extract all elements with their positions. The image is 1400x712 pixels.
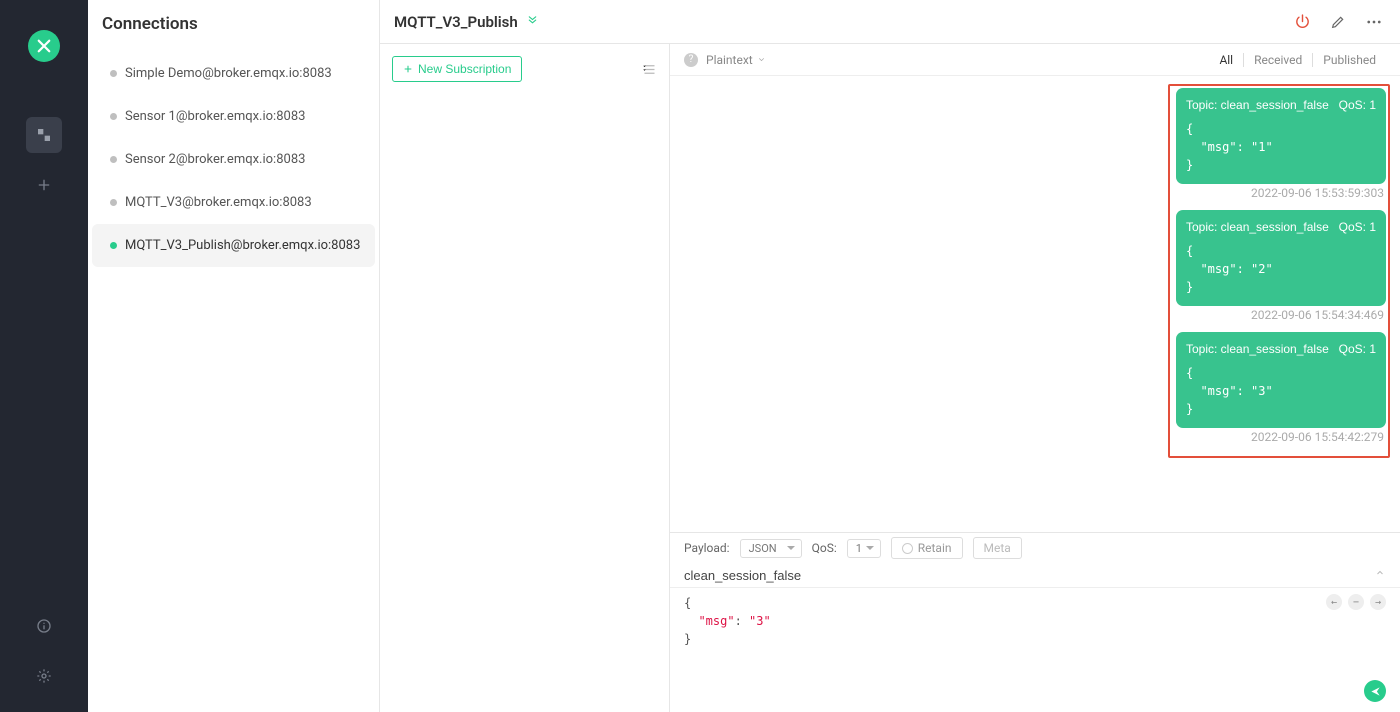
sidebar-title: Connections: [88, 0, 379, 52]
message-card: Topic: clean_session_false QoS: 1 { "msg":…: [1176, 332, 1386, 428]
tab-all[interactable]: All: [1209, 53, 1243, 67]
connection-item[interactable]: MQTT_V3@broker.emqx.io:8083: [92, 181, 375, 224]
qos-select[interactable]: 1: [847, 539, 881, 558]
retain-toggle[interactable]: Retain: [891, 537, 963, 559]
left-navbar: [0, 0, 88, 712]
payload-format-select[interactable]: JSON: [740, 539, 802, 558]
message-card: Topic: clean_session_false QoS: 1 { "msg":…: [1176, 88, 1386, 184]
connection-item[interactable]: Sensor 2@broker.emqx.io:8083: [92, 138, 375, 181]
message-timestamp: 2022-09-06 15:53:59:303: [1251, 186, 1384, 200]
main-panel: MQTT_V3_Publish New Subscription: [380, 0, 1400, 712]
connection-label: Sensor 1@broker.emqx.io:8083: [125, 109, 305, 124]
message-row: Topic: clean_session_false QoS: 1 { "msg":…: [1172, 332, 1386, 450]
nav-settings-icon[interactable]: [26, 658, 62, 694]
subscription-filter-icon[interactable]: [642, 56, 657, 81]
message-topic: Topic: clean_session_false: [1186, 96, 1329, 114]
topbar: MQTT_V3_Publish: [380, 0, 1400, 44]
retain-radio-icon: [902, 543, 913, 554]
disconnect-icon[interactable]: [1290, 10, 1314, 34]
status-dot-icon: [110, 113, 117, 120]
message-filter-tabs: All Received Published: [1209, 53, 1386, 67]
connection-item[interactable]: Sensor 1@broker.emqx.io:8083: [92, 95, 375, 138]
message-timestamp: 2022-09-06 15:54:42:279: [1251, 430, 1384, 444]
new-subscription-button[interactable]: New Subscription: [392, 56, 522, 82]
message-body: { "msg": "3" }: [1186, 364, 1376, 418]
send-button[interactable]: [1364, 680, 1386, 702]
message-qos: QoS: 1: [1339, 96, 1376, 114]
payload-display-select[interactable]: Plaintext: [706, 53, 766, 67]
editor-redo-icon[interactable]: →: [1370, 594, 1386, 610]
meta-button[interactable]: Meta: [973, 537, 1022, 559]
connection-label: MQTT_V3_Publish@broker.emqx.io:8083: [125, 238, 360, 253]
payload-editor[interactable]: { "msg": "3" } ← − →: [670, 587, 1400, 712]
nav-info-icon[interactable]: [26, 608, 62, 644]
edit-icon[interactable]: [1326, 10, 1350, 34]
message-row: Topic: clean_session_false QoS: 1 { "msg":…: [1172, 210, 1386, 328]
payload-label: Payload:: [684, 541, 730, 555]
connection-item[interactable]: MQTT_V3_Publish@broker.emqx.io:8083: [92, 224, 375, 267]
message-body: { "msg": "2" }: [1186, 242, 1376, 296]
message-list: Topic: clean_session_false QoS: 1 { "msg":…: [670, 76, 1400, 532]
published-messages-highlight: Topic: clean_session_false QoS: 1 { "msg":…: [1168, 84, 1390, 458]
app-logo: [28, 30, 60, 62]
help-icon[interactable]: ?: [684, 53, 698, 67]
connection-item[interactable]: Simple Demo@broker.emqx.io:8083: [92, 52, 375, 95]
status-dot-icon: [110, 199, 117, 206]
message-body: { "msg": "1" }: [1186, 120, 1376, 174]
connection-label: Simple Demo@broker.emqx.io:8083: [125, 66, 332, 81]
editor-undo-icon[interactable]: ←: [1326, 594, 1342, 610]
qos-label: QoS:: [812, 541, 837, 555]
expand-chevron-icon[interactable]: [526, 13, 539, 30]
more-icon[interactable]: [1362, 10, 1386, 34]
message-qos: QoS: 1: [1339, 218, 1376, 236]
tab-published[interactable]: Published: [1312, 53, 1386, 67]
editor-minus-icon[interactable]: −: [1348, 594, 1364, 610]
status-dot-icon: [110, 156, 117, 163]
connection-title: MQTT_V3_Publish: [394, 13, 518, 31]
connections-sidebar: Connections Simple Demo@broker.emqx.io:8…: [88, 0, 380, 712]
tab-received[interactable]: Received: [1243, 53, 1312, 67]
nav-add-icon[interactable]: [26, 167, 62, 203]
subscriptions-pane: New Subscription: [380, 44, 670, 712]
message-topic: Topic: clean_session_false: [1186, 340, 1329, 358]
connection-label: MQTT_V3@broker.emqx.io:8083: [125, 195, 312, 210]
message-timestamp: 2022-09-06 15:54:34:469: [1251, 308, 1384, 322]
connection-label: Sensor 2@broker.emqx.io:8083: [125, 152, 305, 167]
status-dot-icon: [110, 70, 117, 77]
message-row: Topic: clean_session_false QoS: 1 { "msg":…: [1172, 88, 1386, 206]
publish-panel: Payload: JSON QoS: 1 Retain Meta: [670, 532, 1400, 712]
message-header: ? Plaintext All Received Published: [670, 44, 1400, 76]
nav-connections-icon[interactable]: [26, 117, 62, 153]
message-qos: QoS: 1: [1339, 340, 1376, 358]
message-topic: Topic: clean_session_false: [1186, 218, 1329, 236]
new-subscription-label: New Subscription: [418, 62, 511, 76]
message-card: Topic: clean_session_false QoS: 1 { "msg":…: [1176, 210, 1386, 306]
expand-editor-icon[interactable]: [1374, 567, 1386, 583]
status-dot-icon: [110, 242, 117, 249]
publish-topic-input[interactable]: [684, 568, 1374, 583]
